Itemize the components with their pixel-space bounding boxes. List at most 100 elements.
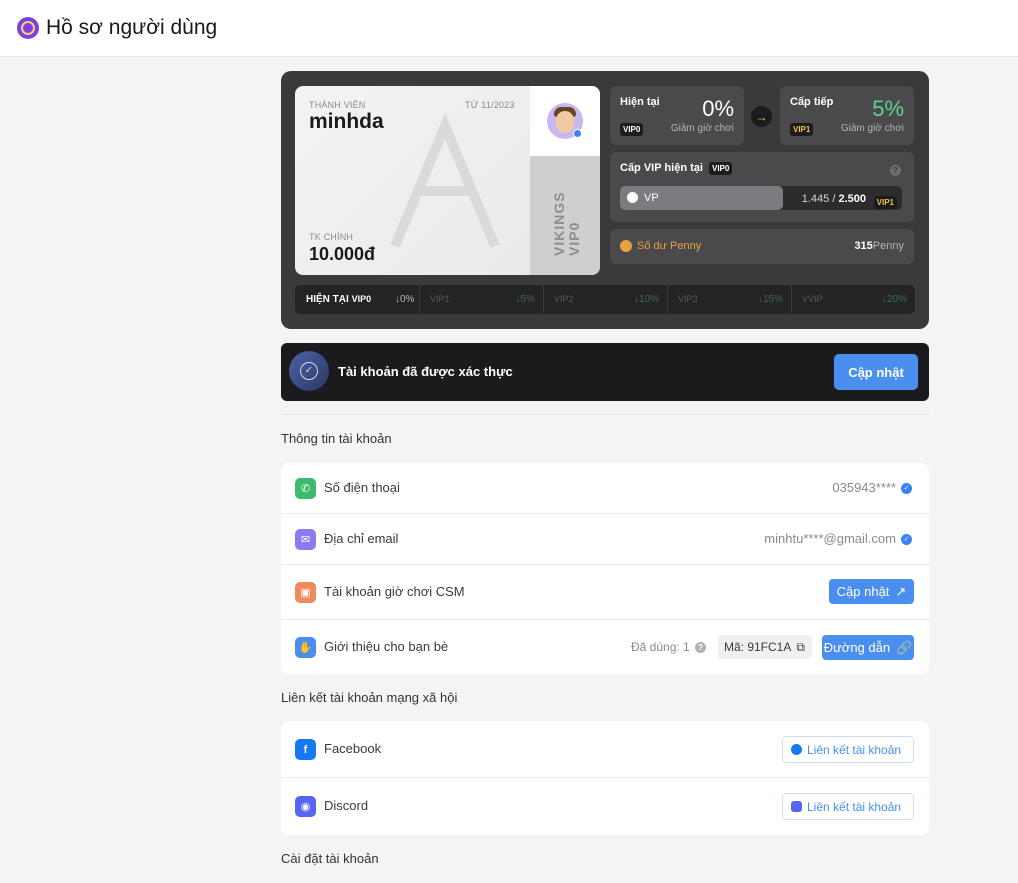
tier-seg-vip1: VIP1 ↓5% [419, 285, 543, 314]
penny-balance: 315Penny [854, 240, 904, 252]
facebook-label: Facebook [324, 741, 382, 756]
verify-update-button[interactable]: Cập nhật [834, 354, 918, 390]
email-row: ✉ Địa chỉ email minhtu****@gmail.com ✓ [281, 514, 929, 565]
next-tier-box: Cấp tiếp VIP1 5% Giảm giờ chơi [780, 86, 914, 145]
app-logo-icon [17, 17, 39, 39]
tier-percent: ↓10% [633, 294, 659, 305]
tier-name: VIP2 [554, 294, 574, 304]
csm-update-button[interactable]: Cập nhật ↗ [829, 579, 914, 604]
referral-help-icon[interactable]: ? [695, 642, 706, 653]
tier-seg-vvip: VVIP ↓20% [791, 285, 915, 314]
help-icon[interactable]: ? [890, 165, 901, 176]
vp-label: VP [644, 192, 659, 204]
tier-seg-vip3: VIP3 ↓15% [667, 285, 791, 314]
phone-verified-icon: ✓ [901, 483, 912, 494]
next-tier-subtitle: Giảm giờ chơi [840, 123, 904, 134]
penny-amount: 315 [854, 240, 873, 252]
tier-percent: ↓5% [515, 294, 535, 305]
csm-row: ▣ Tài khoản giờ chơi CSM Cập nhật ↗ [281, 565, 929, 620]
current-tier-tag: VIP0 [620, 123, 644, 136]
page-title: Hồ sơ người dùng [46, 16, 218, 39]
settings-title: Cài đặt tài khoản [281, 851, 379, 866]
referral-row: ✋ Giới thiệu cho bạn bè Đã dùng: 1 ? Mã:… [281, 620, 929, 674]
facebook-small-icon [791, 744, 802, 755]
phone-row: ✆ Số điện thoại 035943**** ✓ [281, 463, 929, 514]
tier-current: HIỆN TẠI VIP0 [306, 294, 371, 305]
current-tier-subtitle: Giảm giờ chơi [670, 123, 734, 134]
username: minhda [309, 110, 384, 133]
csm-label: Tài khoản giờ chơi CSM [324, 584, 465, 599]
discord-link-button[interactable]: Liên kết tài khoản [782, 793, 914, 820]
next-tier-tag: VIP1 [790, 123, 814, 136]
facebook-link-button[interactable]: Liên kết tài khoản [782, 736, 914, 763]
divider [281, 414, 929, 415]
vp-separator: / [832, 193, 836, 205]
referral-used: Đã dùng: 1 [631, 640, 690, 654]
verified-badge-icon [573, 129, 582, 138]
wave-hand-icon: ✋ [295, 637, 316, 658]
social-card: f Facebook Liên kết tài khoản ◉ Discord … [281, 721, 929, 835]
referral-link-label: Đường dẫn [823, 640, 891, 655]
tier-current-percent: ↓0% [395, 294, 415, 305]
current-tier-box: Hiện tại VIP0 0% Giảm giờ chơi [610, 86, 744, 145]
referral-code-chip[interactable]: Mã: 91FC1A ⧉ [718, 635, 812, 659]
facebook-row: f Facebook Liên kết tài khoản [281, 721, 929, 778]
discord-row: ◉ Discord Liên kết tài khoản [281, 778, 929, 835]
email-verified-icon: ✓ [901, 534, 912, 545]
tier-strip: HIỆN TẠI VIP0 ↓0% VIP1 ↓5% VIP2 ↓10% VIP… [295, 285, 915, 314]
phone-label: Số điện thoại [324, 480, 400, 495]
main-balance: 10.000đ [309, 244, 376, 264]
tier-current-label: HIỆN TẠI [306, 294, 349, 305]
tier-name: VIP3 [678, 294, 698, 304]
current-tier-title: Hiện tại [620, 96, 660, 108]
referral-label: Giới thiệu cho bạn bè [324, 639, 449, 654]
social-title: Liên kết tài khoản mạng xã hội [281, 690, 458, 705]
vip-level-box: Cấp VIP hiện tại VIP0 ? VP 1.445 / 2.500… [610, 152, 914, 222]
next-tier-title: Cấp tiếp [790, 96, 834, 108]
discord-icon: ◉ [295, 796, 316, 817]
tier-percent: ↓20% [881, 294, 907, 305]
top-bar: Hồ sơ người dùng [0, 0, 1018, 57]
arrow-up-right-icon: ↗ [895, 583, 907, 599]
facebook-link-label: Liên kết tài khoản [807, 742, 902, 757]
referral-link-button[interactable]: Đường dẫn 🔗 [822, 635, 914, 660]
vip-level-title-row: Cấp VIP hiện tại VIP0 [620, 162, 733, 175]
discord-label: Discord [324, 798, 369, 813]
verified-shield-icon: ✓ [289, 351, 329, 391]
vip-level-tag: VIP0 [709, 162, 733, 175]
email-icon: ✉ [295, 529, 316, 550]
vp-max: 2.500 [838, 193, 866, 205]
verify-banner: ✓ Tài khoản đã được xác thực Cập nhật [281, 343, 929, 401]
vp-next-tag: VIP1 [873, 196, 897, 209]
card-watermark-icon [390, 113, 500, 248]
link-icon: 🔗 [896, 639, 913, 655]
tier-percent: ↓15% [757, 294, 783, 305]
vip-level-title: Cấp VIP hiện tại [620, 162, 703, 174]
account-info-card: ✆ Số điện thoại 035943**** ✓ ✉ Địa chỉ e… [281, 463, 929, 674]
copy-icon[interactable]: ⧉ [796, 640, 805, 655]
arrow-right-icon: → [751, 106, 772, 127]
card-side-tier: VIP0 [566, 221, 582, 256]
main-account-label: TK CHÍNH [309, 232, 354, 242]
penny-unit: Penny [872, 240, 904, 252]
tier-seg-vip2: VIP2 ↓10% [543, 285, 667, 314]
verify-text: Tài khoản đã được xác thực [338, 364, 513, 379]
member-label: THÀNH VIÊN [309, 100, 366, 110]
vp-icon [627, 192, 638, 203]
phone-icon: ✆ [295, 478, 316, 499]
penny-label: Số dư Penny [637, 240, 702, 252]
penny-coin-icon [620, 240, 632, 252]
account-info-title: Thông tin tài khoản [281, 431, 392, 446]
member-since: TỪ 11/2023 [465, 100, 515, 110]
discord-link-label: Liên kết tài khoản [807, 799, 902, 814]
phone-value: 035943**** [832, 480, 896, 495]
avatar-box [530, 86, 600, 156]
card-side-brand: VIKINGS [551, 191, 567, 256]
vp-current: 1.445 [801, 193, 830, 205]
vip-panel: THÀNH VIÊN TỪ 11/2023 minhda TK CHÍNH 10… [281, 71, 929, 329]
card-side-text: VIKINGS VIP0 [551, 156, 582, 256]
tier-name: VIP1 [430, 294, 450, 304]
penny-box: Số dư Penny 315Penny [610, 229, 914, 264]
next-tier-percent: 5% [872, 96, 904, 121]
tier-current-tag: VIP0 [351, 294, 372, 304]
